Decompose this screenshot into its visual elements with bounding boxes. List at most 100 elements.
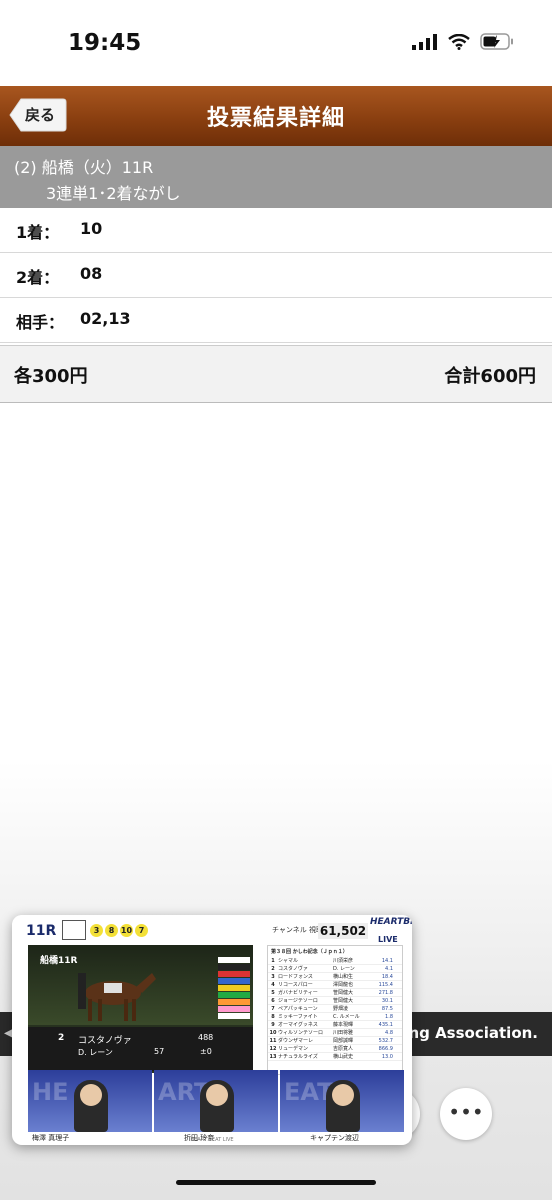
pip-table-title: 第３８回 かしわ記念（Ｊｐｎ１） (271, 949, 348, 955)
pip-horse-info: 2 コスタノヴァ D. レーン 57 488 ±0 (28, 1027, 253, 1071)
pip-horse-name: コスタノヴァ (78, 1036, 132, 1046)
pip-table-cell-o: 14.1 (381, 957, 393, 964)
first-place-label: 1着： (16, 223, 60, 242)
pip-table-cell-j: 川田将雅 (333, 1030, 354, 1036)
app-header: 戻る 投票結果詳細 (0, 86, 552, 146)
pip-weight-diff: ±0 (200, 1047, 212, 1056)
pip-weight: 57 (154, 1047, 165, 1056)
total-row: 各300円 合計600円 (0, 345, 552, 403)
pip-table-cell-j: 笹岡健大 (333, 990, 354, 996)
pip-track-scene: 船橋11R (28, 945, 253, 1025)
pip-table-cell-n: 2 (271, 965, 275, 972)
pip-caster-panel: ART (154, 1070, 278, 1132)
status-icons (412, 33, 514, 50)
pip-table-cell-n: 5 (271, 989, 275, 996)
caster-face (206, 1084, 228, 1106)
pip-table-cell-n: 1 (271, 957, 275, 964)
pip-body-weight: 488 (198, 1033, 214, 1042)
pip-footer: HEART BEAT LIVE (190, 1137, 234, 1143)
pip-table-cell-h: ダウンザマーレ (278, 1038, 314, 1044)
page-title: 投票結果詳細 (206, 106, 345, 131)
second-place-value: 08 (80, 264, 103, 283)
pip-table-cell-o: 30.1 (381, 997, 393, 1004)
wifi-icon (448, 33, 470, 50)
pip-table-cell-j: 吉原寛人 (333, 1046, 354, 1052)
pip-table-cell-n: 3 (271, 973, 275, 980)
cellular-signal-icon (412, 33, 437, 50)
pip-jockey: D. レーン (78, 1048, 113, 1057)
pip-caster-panel: HE (28, 1070, 152, 1132)
pip-table-cell-j: 藤本現暉 (333, 1022, 354, 1028)
pip-table-cell-o: 4.1 (385, 965, 393, 972)
pip-logo: HEARTBEAT (370, 917, 412, 927)
first-place-row: 1着： 10 (0, 208, 552, 253)
pip-table-cell-o: 115.4 (378, 981, 393, 988)
pip-ball: 3 (90, 924, 103, 937)
pip-table-cell-j: C. ルメール (333, 1014, 360, 1020)
pip-table-row: 5 ガバナビリティー 笹岡健大 271.8 (268, 989, 402, 997)
pip-table-cell-h: ナチュラルライズ (278, 1054, 318, 1060)
pip-table-cell-o: 13.0 (381, 1053, 393, 1060)
pip-table-row: 7 ペアパッキューン 野畑凌 87.5 (268, 1005, 402, 1013)
pip-table-row: 13 ナチュラルライズ 横山武史 13.0 (268, 1053, 402, 1061)
pip-ball: 10 (120, 924, 133, 937)
pip-table-cell-j: 岡部誠暉 (333, 1038, 354, 1044)
amount-total: 合計600円 (444, 366, 536, 387)
pip-table-cell-h: ガバナビリティー (278, 990, 318, 996)
pip-bet-type-badge (62, 920, 86, 940)
second-place-label: 2着： (16, 268, 60, 287)
race-name: (2) 船橋（火）11R (14, 158, 154, 177)
more-button[interactable]: ••• (440, 1088, 492, 1140)
pip-table-row: 3 ロードフォンス 横山和生 18.4 (268, 973, 402, 981)
pip-table-cell-h: ウィルソンテソーロ (278, 1030, 324, 1036)
pip-race-no: 11R (26, 923, 57, 939)
pip-table-cell-j: 澤岡龍也 (333, 982, 354, 988)
pip-ball: 8 (105, 924, 118, 937)
pip-table-cell-h: ペアパッキューン (278, 1006, 318, 1012)
pip-ball: 7 (135, 924, 148, 937)
pip-table-cell-h: コスタノヴァ (278, 966, 308, 972)
pip-topbar: 11R 3 8 10 7 チャンネル 視聴者数 61,502 HEARTBEAT… (12, 915, 412, 945)
pip-table-cell-n: 10 (269, 1029, 277, 1036)
caster-face (332, 1084, 354, 1106)
pip-table-cell-n: 12 (269, 1045, 277, 1052)
pip-video[interactable]: 11R 3 8 10 7 チャンネル 視聴者数 61,502 HEARTBEAT… (12, 915, 412, 1145)
pip-table-cell-h: リューデマン (278, 1046, 309, 1052)
pip-table-cell-h: リコースパロー (278, 982, 313, 988)
more-icon: ••• (448, 1100, 484, 1124)
pip-table-cell-n: 13 (269, 1053, 277, 1060)
partner-value: 02,13 (80, 309, 131, 328)
bet-type: 3連単1･2着ながし (46, 184, 181, 203)
pip-table-row: 9 オーマイグッネス 藤本現暉 435.1 (268, 1021, 402, 1029)
pip-table-row: 6 ジョージテソーロ 笹岡健大 30.1 (268, 997, 402, 1005)
pip-table-row: 2 コスタノヴァ D. レーン 4.1 (268, 965, 402, 973)
pip-odds-strip (218, 957, 250, 1025)
pip-table-cell-h: オーマイグッネス (278, 1022, 318, 1028)
pip-logo-live: LIVE (378, 935, 398, 944)
pip-table-cell-j: 横山和生 (333, 974, 354, 980)
pip-table-cell-j: 野畑凌 (333, 1006, 349, 1012)
pip-table-cell-o: 87.5 (381, 1005, 393, 1012)
pip-table-row: 8 ミッキーファイト C. ルメール 1.8 (268, 1013, 402, 1021)
pip-table-cell-j: 川須栄彦 (333, 958, 354, 964)
pip-table-cell-n: 7 (271, 1005, 275, 1012)
partner-row: 相手： 02,13 (0, 298, 552, 343)
horse-image (78, 973, 156, 1021)
second-place-row: 2着： 08 (0, 253, 552, 298)
pip-table-cell-h: ミッキーファイト (278, 1014, 318, 1020)
race-info: (2) 船橋（火）11R 3連単1･2着ながし (0, 146, 552, 209)
caster-face (80, 1084, 102, 1106)
pip-entry-table: 第３８回 かしわ記念（Ｊｐｎ１） 1 シャマル 川須栄彦 14.1 2 コスタノヴァ D. … (267, 945, 403, 1075)
pip-table-cell-o: 532.7 (378, 1037, 393, 1044)
pip-caster-bg-text: HE (32, 1078, 69, 1106)
pip-caster-panel: EAT (280, 1070, 404, 1132)
first-place-value: 10 (80, 219, 103, 238)
pip-table-row: 4 リコースパロー 澤岡龍也 115.4 (268, 981, 402, 989)
pip-table-cell-n: 6 (271, 997, 275, 1004)
pip-table-row: 12 リューデマン 吉原寛人 866.9 (268, 1045, 402, 1053)
pip-table-cell-o: 4.8 (385, 1029, 393, 1036)
pip-table-cell-n: 4 (271, 981, 275, 988)
pip-table-cell-o: 1.8 (385, 1013, 393, 1020)
pip-table-cell-n: 8 (271, 1013, 275, 1020)
home-indicator[interactable] (176, 1180, 376, 1185)
